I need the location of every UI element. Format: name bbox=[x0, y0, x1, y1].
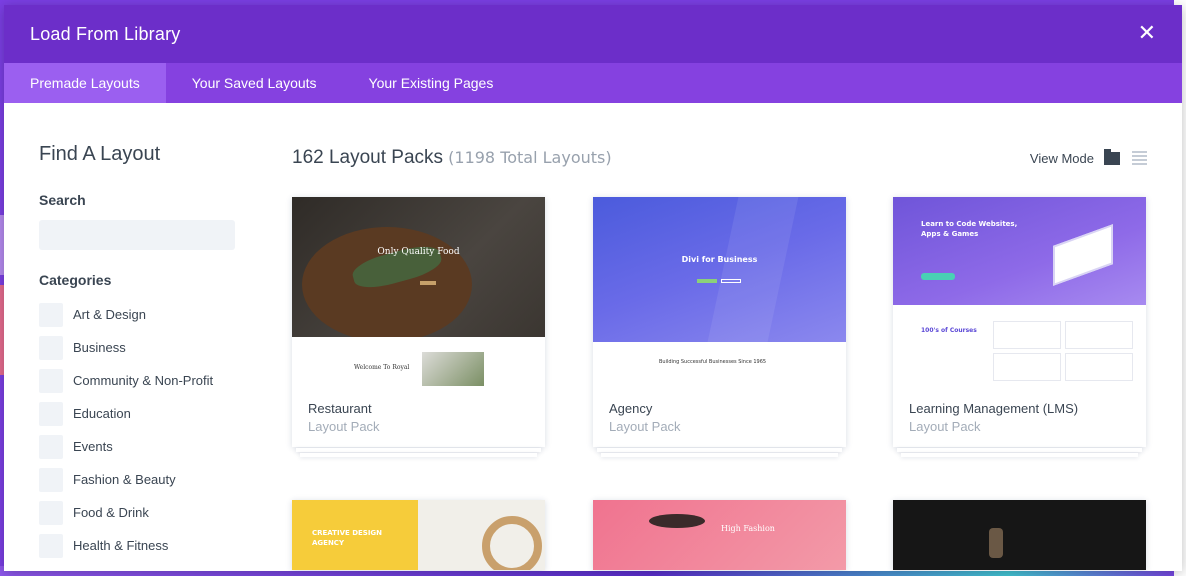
category-label: Health & Fitness bbox=[73, 538, 169, 553]
category-checkbox[interactable] bbox=[39, 302, 63, 327]
category-label: Events bbox=[73, 439, 113, 454]
card-title: Restaurant bbox=[308, 401, 372, 416]
card-stack-edge bbox=[601, 453, 838, 457]
layout-count: 162 Layout Packs (1198 Total Layouts) bbox=[292, 147, 612, 169]
category-item[interactable]: Business bbox=[39, 331, 239, 364]
total-layouts: (1198 Total Layouts) bbox=[448, 148, 612, 167]
card-info: Agency Layout Pack bbox=[593, 387, 846, 447]
tab-your-saved-layouts[interactable]: Your Saved Layouts bbox=[166, 63, 343, 103]
tab-premade-layouts[interactable]: Premade Layouts bbox=[4, 63, 166, 103]
layout-pack-card[interactable]: Divi for Business Building Successful Bu… bbox=[593, 197, 846, 457]
category-checkbox[interactable] bbox=[39, 401, 63, 426]
thumbnail-text: Building Successful Businesses Since 196… bbox=[659, 359, 767, 365]
thumbnail-title: Only Quality Food bbox=[377, 247, 460, 257]
modal-content: Find A Layout Search Categories Art & De… bbox=[4, 103, 1182, 571]
category-item[interactable]: Events bbox=[39, 430, 239, 463]
card-stack-edge bbox=[296, 448, 541, 452]
tab-bar: Premade Layouts Your Saved Layouts Your … bbox=[4, 63, 1182, 103]
card-info: Learning Management (LMS) Layout Pack bbox=[893, 387, 1146, 447]
sidebar-heading: Find A Layout bbox=[39, 143, 161, 165]
card-info: Restaurant Layout Pack bbox=[292, 387, 545, 447]
card-subtitle: Layout Pack bbox=[609, 419, 681, 434]
category-label: Community & Non-Profit bbox=[73, 373, 214, 388]
layout-pack-card[interactable]: Only Quality Food Welcome To Royal Resta… bbox=[292, 197, 545, 457]
category-checkbox[interactable] bbox=[39, 335, 63, 360]
close-icon[interactable]: ✕ bbox=[1138, 23, 1156, 45]
card-subtitle: Layout Pack bbox=[308, 419, 380, 434]
category-item[interactable]: Community & Non-Profit bbox=[39, 364, 239, 397]
thumbnail-text: Welcome To Royal bbox=[354, 364, 410, 371]
card-subtitle: Layout Pack bbox=[909, 419, 981, 434]
thumbnail-title: Divi for Business bbox=[681, 255, 758, 264]
search-label: Search bbox=[39, 192, 86, 208]
modal-header: Load From Library ✕ bbox=[4, 5, 1182, 63]
card-stack-edge bbox=[300, 453, 537, 457]
category-checkbox[interactable] bbox=[39, 467, 63, 492]
card-stack-edge bbox=[901, 453, 1138, 457]
category-item[interactable]: Health & Fitness bbox=[39, 529, 239, 562]
category-checkbox[interactable] bbox=[39, 500, 63, 525]
modal-title: Load From Library bbox=[30, 23, 181, 44]
card-stack-edge bbox=[597, 448, 842, 452]
category-checkbox[interactable] bbox=[39, 434, 63, 459]
layout-pack-card[interactable] bbox=[893, 500, 1146, 570]
thumbnail-text: 100's of Courses bbox=[921, 327, 977, 334]
card-title: Agency bbox=[609, 401, 653, 416]
thumbnail-title: Learn to Code Websites, Apps & Games bbox=[921, 220, 1018, 238]
list-view-icon[interactable] bbox=[1132, 151, 1147, 165]
category-checkbox[interactable] bbox=[39, 368, 63, 393]
layout-pack-card[interactable]: CREATIVE DESIGN AGENCY bbox=[292, 500, 545, 570]
layout-thumbnail: Divi for Business Building Successful Bu… bbox=[593, 197, 846, 387]
category-item[interactable]: Art & Design bbox=[39, 298, 239, 331]
card-stack-edge bbox=[897, 448, 1142, 452]
thumbnail-title: High Fashion bbox=[721, 524, 775, 533]
load-from-library-modal: Load From Library ✕ Premade Layouts Your… bbox=[4, 5, 1182, 571]
view-mode-switcher: View Mode bbox=[1029, 148, 1147, 166]
sidebar: Find A Layout Search Categories Art & De… bbox=[39, 143, 239, 562]
grid-view-icon[interactable] bbox=[1104, 148, 1120, 165]
categories-label: Categories bbox=[39, 272, 112, 288]
packs-count: 162 Layout Packs bbox=[292, 147, 444, 168]
layout-pack-card[interactable]: High Fashion bbox=[593, 500, 846, 570]
category-item[interactable]: Education bbox=[39, 397, 239, 430]
thumbnail-title: CREATIVE DESIGN AGENCY bbox=[312, 529, 383, 547]
category-list: Art & Design Business Community & Non-Pr… bbox=[39, 298, 239, 562]
category-label: Art & Design bbox=[73, 307, 146, 322]
category-item[interactable]: Fashion & Beauty bbox=[39, 463, 239, 496]
category-label: Education bbox=[73, 406, 131, 421]
category-item[interactable]: Food & Drink bbox=[39, 496, 239, 529]
category-label: Fashion & Beauty bbox=[73, 472, 176, 487]
category-label: Business bbox=[73, 340, 126, 355]
tab-your-existing-pages[interactable]: Your Existing Pages bbox=[343, 63, 520, 103]
search-input[interactable] bbox=[39, 220, 235, 250]
category-checkbox[interactable] bbox=[39, 533, 63, 558]
layout-thumbnail: Learn to Code Websites, Apps & Games 100… bbox=[893, 197, 1146, 387]
card-title: Learning Management (LMS) bbox=[909, 401, 1079, 416]
layout-thumbnail: Only Quality Food Welcome To Royal bbox=[292, 197, 545, 387]
layout-browser-header: 162 Layout Packs (1198 Total Layouts) Vi… bbox=[292, 147, 1147, 169]
category-label: Food & Drink bbox=[73, 505, 149, 520]
layout-pack-card[interactable]: Learn to Code Websites, Apps & Games 100… bbox=[893, 197, 1146, 457]
view-mode-label: View Mode bbox=[1029, 150, 1094, 166]
